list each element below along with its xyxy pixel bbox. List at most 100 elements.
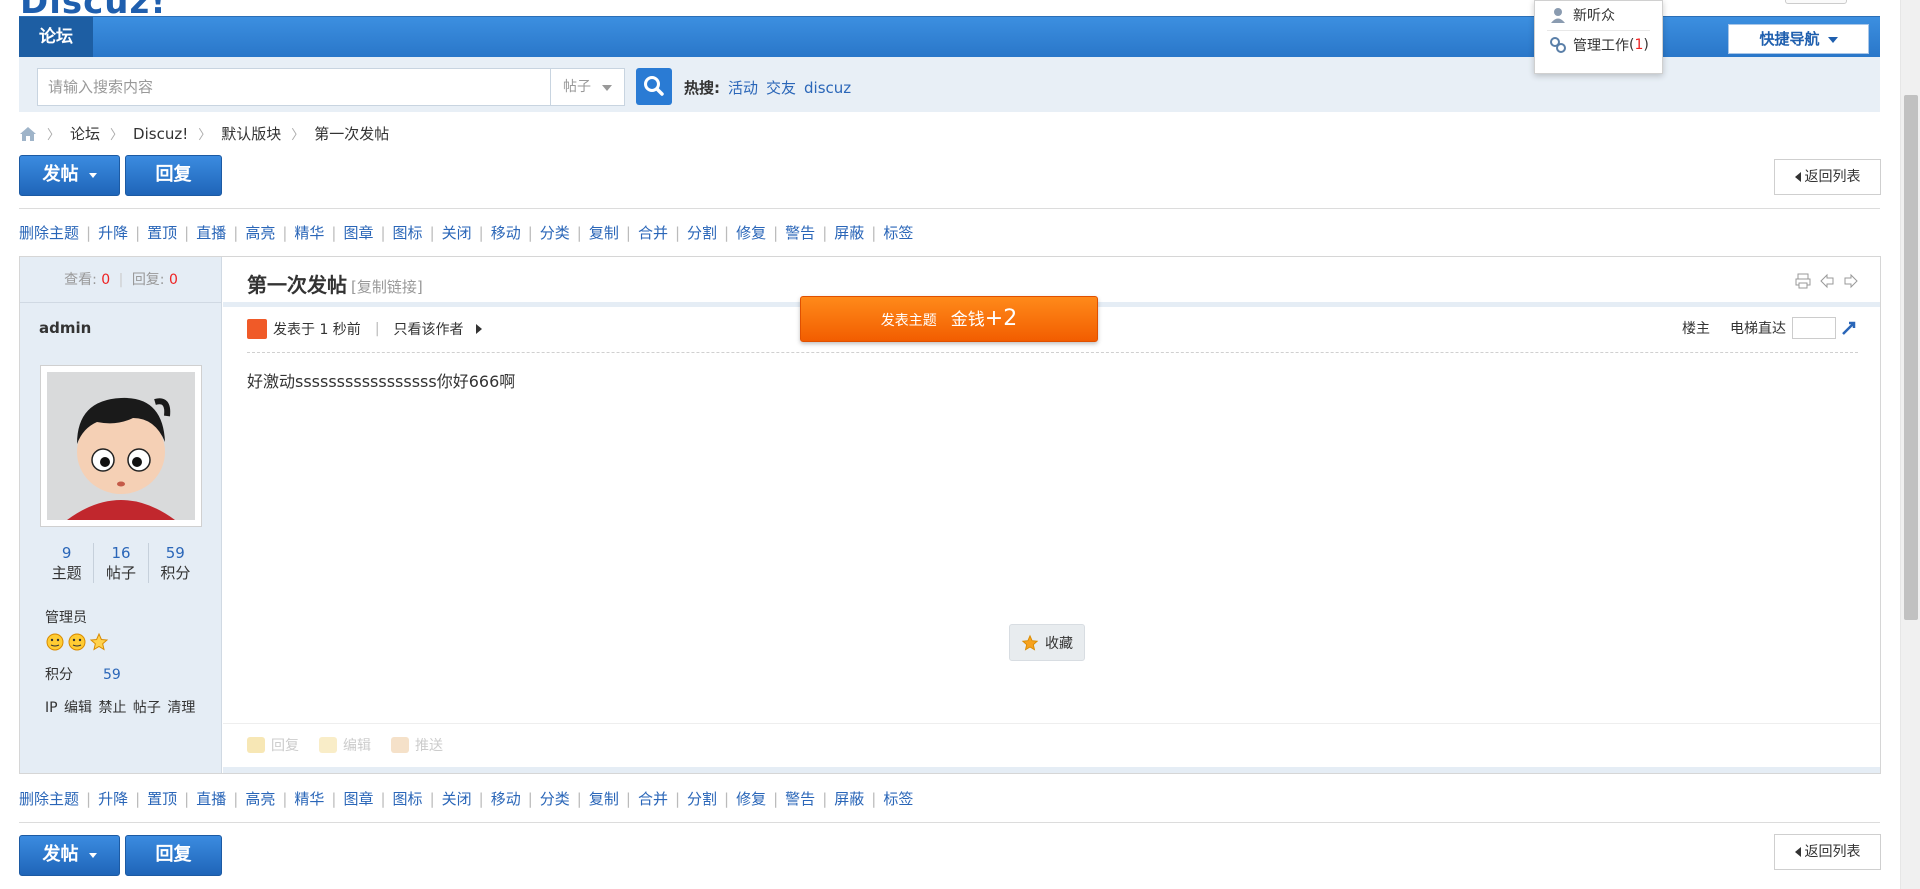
mod-tool[interactable]: 置顶 bbox=[147, 788, 177, 809]
reply-button[interactable]: 回复 bbox=[125, 155, 222, 196]
back-to-list-button[interactable]: 返回列表 bbox=[1774, 159, 1881, 195]
mod-tool[interactable]: 分类 bbox=[540, 788, 570, 809]
new-post-label: 发帖 bbox=[42, 844, 79, 865]
stat-label: 主题 bbox=[51, 564, 82, 582]
previous-thread-icon[interactable] bbox=[1818, 272, 1836, 290]
elevator-input[interactable] bbox=[1792, 317, 1836, 339]
only-author-link[interactable]: 只看该作者 bbox=[394, 319, 464, 339]
breadcrumb-item[interactable]: Discuz! bbox=[133, 125, 188, 143]
search-button[interactable] bbox=[636, 68, 672, 105]
play-arrow-icon[interactable] bbox=[475, 324, 482, 334]
hot-term[interactable]: 交友 bbox=[766, 79, 796, 97]
quick-nav-button[interactable]: 快捷导航 bbox=[1728, 24, 1869, 54]
mod-tool[interactable]: 警告 bbox=[785, 788, 815, 809]
mod-tool[interactable]: 警告 bbox=[785, 222, 815, 243]
back-to-list-button-bottom[interactable]: 返回列表 bbox=[1774, 834, 1881, 870]
search-type-select[interactable]: 帖子 bbox=[551, 68, 625, 106]
menu-item-admin-work[interactable]: 管理工作(1) bbox=[1549, 33, 1649, 57]
user-dropdown-menu: 新听众 管理工作(1) bbox=[1534, 0, 1663, 74]
mod-tool[interactable]: 移动 bbox=[491, 788, 521, 809]
mod-tool[interactable]: 移动 bbox=[491, 222, 521, 243]
thread-title: 第一次发帖 [复制链接] bbox=[247, 269, 423, 298]
search-icon bbox=[644, 76, 664, 96]
admin-links[interactable]: IP 编辑 禁止 帖子 清理 bbox=[45, 697, 195, 717]
hot-term[interactable]: 活动 bbox=[728, 79, 758, 97]
breadcrumb-separator: 〉 bbox=[198, 128, 212, 143]
hot-search-label: 热搜: bbox=[684, 79, 720, 97]
mod-tool[interactable]: 分割 bbox=[687, 788, 717, 809]
menu-item-new-followers[interactable]: 新听众 bbox=[1549, 3, 1615, 27]
mod-tool[interactable]: 高亮 bbox=[245, 222, 275, 243]
mod-tool[interactable]: 升降 bbox=[98, 222, 128, 243]
mod-tool[interactable]: 标签 bbox=[883, 788, 913, 809]
jump-icon[interactable] bbox=[1840, 319, 1858, 337]
mod-tool[interactable]: 分类 bbox=[540, 222, 570, 243]
mod-tool[interactable]: 直播 bbox=[196, 222, 226, 243]
stat-posts[interactable]: 16 帖子 bbox=[93, 543, 147, 583]
mod-tool[interactable]: 升降 bbox=[98, 788, 128, 809]
avatar[interactable] bbox=[40, 365, 202, 527]
toast-reward: 金钱 bbox=[950, 310, 985, 330]
vertical-scrollbar[interactable] bbox=[1900, 0, 1920, 889]
breadcrumb-item[interactable]: 论坛 bbox=[70, 123, 100, 144]
breadcrumb-item[interactable]: 第一次发帖 bbox=[314, 123, 389, 144]
post-actions: 回复 编辑 推送 bbox=[247, 735, 443, 755]
stat-value: 9 bbox=[61, 544, 72, 562]
mod-tool[interactable]: 图章 bbox=[343, 788, 373, 809]
nav-item-forum[interactable]: 论坛 bbox=[19, 17, 93, 58]
mod-tool[interactable]: 删除主题 bbox=[19, 788, 79, 809]
mod-tool[interactable]: 删除主题 bbox=[19, 222, 79, 243]
copy-link[interactable]: [复制链接] bbox=[351, 278, 423, 296]
home-icon[interactable] bbox=[19, 126, 37, 142]
mod-tool[interactable]: 合并 bbox=[638, 788, 668, 809]
push-post-action[interactable]: 推送 bbox=[391, 735, 443, 755]
mod-tool[interactable]: 图标 bbox=[393, 222, 423, 243]
mod-tool[interactable]: 精华 bbox=[294, 222, 324, 243]
top-right-button[interactable] bbox=[1785, 0, 1847, 4]
breadcrumb-separator: 〉 bbox=[291, 128, 305, 143]
reply-icon bbox=[247, 737, 265, 753]
arrow-left-icon bbox=[1794, 172, 1801, 182]
mod-tool[interactable]: 复制 bbox=[589, 222, 619, 243]
breadcrumb-item[interactable]: 默认版块 bbox=[221, 123, 281, 144]
author-name[interactable]: admin bbox=[39, 319, 91, 337]
favorite-button[interactable]: 收藏 bbox=[1009, 624, 1085, 661]
mod-tool[interactable]: 分割 bbox=[687, 222, 717, 243]
stat-threads[interactable]: 9 主题 bbox=[40, 543, 93, 583]
print-icon[interactable] bbox=[1794, 272, 1812, 290]
mod-tool[interactable]: 修复 bbox=[736, 788, 766, 809]
mod-tool[interactable]: 修复 bbox=[736, 222, 766, 243]
reply-post-action[interactable]: 回复 bbox=[247, 735, 299, 755]
mod-tool[interactable]: 屏蔽 bbox=[834, 788, 864, 809]
scrollbar-thumb[interactable] bbox=[1904, 95, 1918, 620]
stat-label: 积分 bbox=[160, 564, 191, 582]
mod-tool[interactable]: 图标 bbox=[393, 788, 423, 809]
new-post-button[interactable]: 发帖 bbox=[19, 155, 120, 196]
next-thread-icon[interactable] bbox=[1842, 272, 1860, 290]
hot-term[interactable]: discuz bbox=[804, 79, 851, 97]
mod-tool[interactable]: 复制 bbox=[589, 788, 619, 809]
toast-amount: +2 bbox=[984, 306, 1018, 331]
reply-button-bottom[interactable]: 回复 bbox=[125, 835, 222, 876]
hot-search: 热搜: 活动 交友 discuz bbox=[684, 77, 859, 98]
mod-tool[interactable]: 合并 bbox=[638, 222, 668, 243]
mod-tool[interactable]: 关闭 bbox=[442, 222, 472, 243]
mod-tool[interactable]: 图章 bbox=[343, 222, 373, 243]
mod-tool[interactable]: 精华 bbox=[294, 788, 324, 809]
mod-tool[interactable]: 直播 bbox=[196, 788, 226, 809]
mod-tool[interactable]: 关闭 bbox=[442, 788, 472, 809]
stat-points[interactable]: 59 积分 bbox=[147, 543, 202, 583]
new-post-button-bottom[interactable]: 发帖 bbox=[19, 835, 120, 876]
star-icon bbox=[1021, 634, 1039, 651]
mod-tool[interactable]: 屏蔽 bbox=[834, 222, 864, 243]
mod-tool[interactable]: 置顶 bbox=[147, 222, 177, 243]
mod-tool[interactable]: 高亮 bbox=[245, 788, 275, 809]
user-group[interactable]: 管理员 bbox=[45, 607, 87, 627]
mod-tool[interactable]: 标签 bbox=[883, 222, 913, 243]
edit-post-action[interactable]: 编辑 bbox=[319, 735, 371, 755]
arrow-left-icon bbox=[1794, 847, 1801, 857]
meta-separator bbox=[247, 352, 1858, 353]
points-value[interactable]: 59 bbox=[103, 667, 121, 683]
search-input[interactable] bbox=[37, 68, 551, 106]
elevator-label: 电梯直达 bbox=[1730, 321, 1786, 337]
